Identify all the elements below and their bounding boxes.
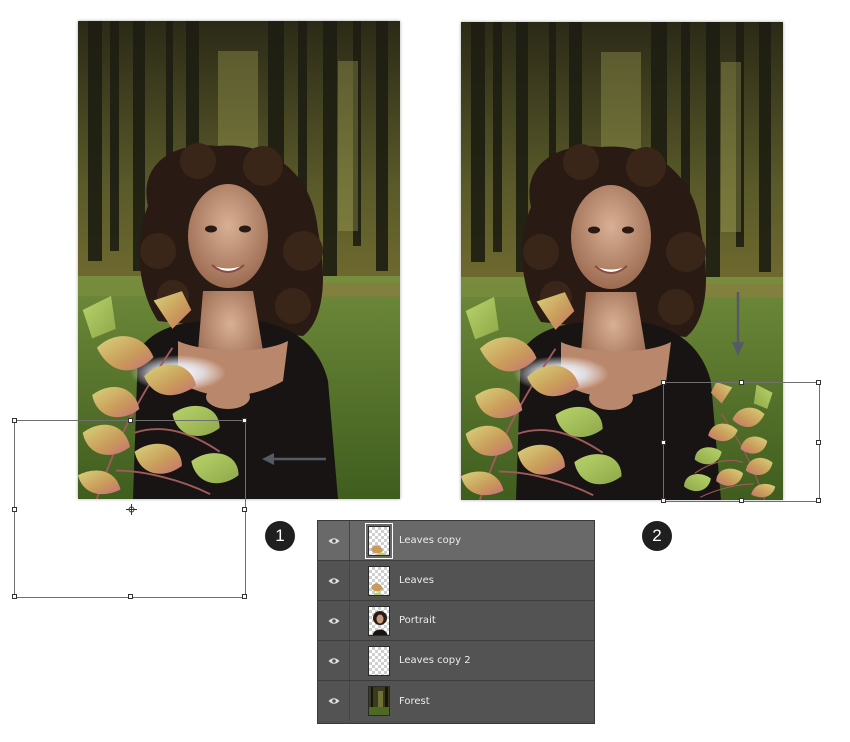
- layer-name: Leaves copy: [399, 535, 462, 546]
- transform-handle[interactable]: [816, 380, 821, 385]
- eye-icon: [328, 537, 339, 544]
- visibility-toggle[interactable]: [318, 561, 350, 600]
- transparent-leaves-icon: [365, 522, 393, 559]
- visibility-toggle[interactable]: [318, 641, 350, 680]
- step-badge-1: 1: [265, 521, 295, 551]
- eye-icon: [328, 617, 339, 624]
- layer-row-portrait[interactable]: Portrait: [318, 601, 594, 641]
- visibility-toggle[interactable]: [318, 601, 350, 640]
- transform-box-step-1[interactable]: [12, 418, 247, 599]
- transform-handle[interactable]: [128, 418, 133, 423]
- layer-name: Forest: [399, 695, 430, 707]
- step-badge-2: 2: [642, 521, 672, 551]
- portrait-icon: [368, 605, 390, 636]
- layer-row-leaves[interactable]: Leaves: [318, 561, 594, 601]
- arrow-left-icon: [262, 453, 326, 465]
- transform-handle[interactable]: [12, 418, 17, 423]
- layer-row-forest[interactable]: Forest: [318, 681, 594, 721]
- transform-handle[interactable]: [816, 498, 821, 503]
- layer-row-leaves-copy[interactable]: Leaves copy: [318, 521, 594, 561]
- layer-name: Leaves: [399, 575, 434, 586]
- arrow-down-icon: [732, 292, 744, 356]
- transform-handle[interactable]: [661, 498, 666, 503]
- transform-handle[interactable]: [739, 380, 744, 385]
- transform-handle[interactable]: [661, 440, 666, 445]
- transform-handle[interactable]: [242, 594, 247, 599]
- layer-name: Leaves copy 2: [399, 655, 471, 666]
- layer-name: Portrait: [399, 615, 436, 626]
- layer-row-leaves-copy-2[interactable]: Leaves copy 2: [318, 641, 594, 681]
- transform-handle[interactable]: [12, 507, 17, 512]
- reference-point-icon[interactable]: [126, 504, 137, 515]
- transform-handle[interactable]: [128, 594, 133, 599]
- visibility-toggle[interactable]: [318, 681, 350, 721]
- transform-handle[interactable]: [242, 418, 247, 423]
- transparent-leaves-icon: [368, 565, 390, 596]
- transform-handle[interactable]: [661, 380, 666, 385]
- transparent-icon: [368, 645, 390, 676]
- transform-handle[interactable]: [12, 594, 17, 599]
- eye-icon: [328, 698, 339, 704]
- transform-box-step-2[interactable]: [661, 380, 821, 503]
- eye-icon: [328, 657, 339, 664]
- transform-handle[interactable]: [739, 498, 744, 503]
- forest-icon: [368, 686, 390, 716]
- layers-panel: Leaves copy Leaves Portrait Leaves copy …: [317, 520, 595, 724]
- visibility-toggle[interactable]: [318, 521, 350, 560]
- transform-handle[interactable]: [816, 440, 821, 445]
- transform-handle[interactable]: [242, 507, 247, 512]
- eye-icon: [328, 577, 339, 584]
